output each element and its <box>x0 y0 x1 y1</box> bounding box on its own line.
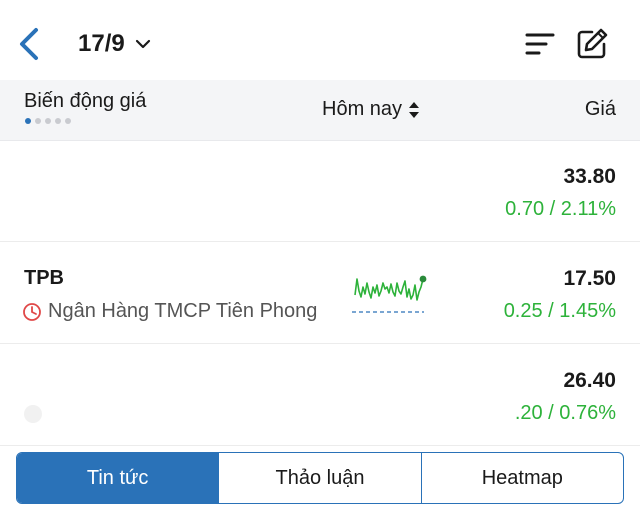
top-bar: 17/9 <box>0 0 640 80</box>
bottom-tabs: Tin tức Thảo luận Heatmap <box>16 452 624 504</box>
price-header[interactable]: Giá <box>585 98 616 121</box>
sparkline-chart <box>352 275 427 313</box>
price-movement-header[interactable]: Biến động giá <box>24 90 146 113</box>
tab-news[interactable]: Tin tức <box>17 453 219 503</box>
stock-name: Ngân Hàng TMCP Tiên Phong <box>22 300 317 323</box>
page-dot <box>55 118 61 124</box>
stock-row[interactable]: TPB Ngân Hàng TMCP Tiên Phong 17.50 0.25… <box>0 243 640 344</box>
chevron-down-icon <box>135 39 150 49</box>
stock-change: 0.70 / 2.11% <box>505 198 616 220</box>
watchlist-title: 17/9 <box>78 30 125 57</box>
page-dot <box>45 118 51 124</box>
stock-symbol: TPB <box>24 267 64 289</box>
watchlist-title-dropdown[interactable]: 17/9 <box>78 30 151 58</box>
stock-change: .20 / 0.76% <box>514 402 616 424</box>
stock-row[interactable]: 26.40 .20 / 0.76% <box>0 345 640 446</box>
page-indicator <box>25 118 71 124</box>
page-dot <box>25 118 31 124</box>
today-sort-header[interactable]: Hôm nay <box>322 98 420 121</box>
clock-icon <box>23 302 41 321</box>
stock-price: 17.50 <box>563 267 616 290</box>
stock-row[interactable]: 33.80 0.70 / 2.11% <box>0 141 640 242</box>
sort-updown-icon <box>409 101 420 118</box>
stock-price: 33.80 <box>563 165 616 188</box>
page-dot <box>35 118 41 124</box>
column-header: Biến động giá Hôm nay Giá <box>0 80 640 141</box>
tab-heatmap[interactable]: Heatmap <box>420 453 623 503</box>
today-header-label: Hôm nay <box>322 98 403 120</box>
back-chevron-icon[interactable] <box>16 26 44 62</box>
stock-name-label: Ngân Hàng TMCP Tiên Phong <box>48 300 318 322</box>
stock-price: 26.40 <box>563 369 616 392</box>
page-dot <box>65 118 71 124</box>
tab-discussion[interactable]: Thảo luận <box>218 453 420 503</box>
edit-icon[interactable] <box>574 26 610 62</box>
faded-icon <box>24 405 42 423</box>
sort-icon[interactable] <box>524 30 556 58</box>
stock-change: 0.25 / 1.45% <box>503 300 616 322</box>
